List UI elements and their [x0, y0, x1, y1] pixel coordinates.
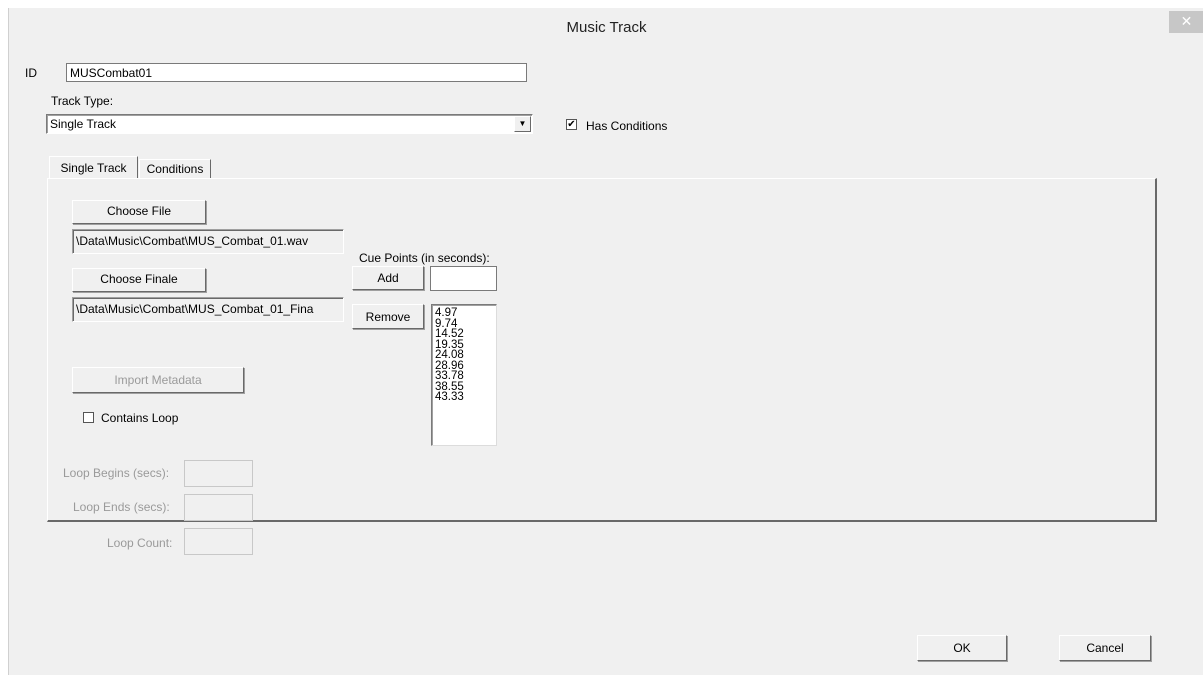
remove-cue-button[interactable]: Remove	[352, 304, 424, 329]
id-input-value: MUSCombat01	[70, 66, 153, 80]
choose-file-label: Choose File	[106, 204, 172, 218]
choose-finale-label: Choose Finale	[100, 272, 178, 286]
ok-button[interactable]: OK	[917, 635, 1007, 661]
loop-ends-label: Loop Ends (secs):	[73, 500, 170, 514]
tab-conditions[interactable]: Conditions	[139, 159, 211, 179]
checkmark-icon: ✔	[567, 119, 576, 130]
track-type-select[interactable]: Single Track ▼	[46, 114, 533, 134]
close-icon: ✕	[1180, 13, 1193, 29]
tab-single-track[interactable]: Single Track	[49, 156, 138, 179]
loop-count-label: Loop Count:	[107, 536, 173, 550]
cue-point-input[interactable]	[430, 266, 497, 291]
cancel-label: Cancel	[1086, 641, 1124, 655]
import-metadata-label: Import Metadata	[114, 373, 202, 387]
loop-begins-label: Loop Begins (secs):	[63, 466, 170, 480]
music-track-dialog: Music Track ✕ ID MUSCombat01 Track Type:…	[8, 8, 1203, 675]
chevron-down-icon: ▼	[518, 119, 527, 128]
finale-path-field: \Data\Music\Combat\MUS_Combat_01_Fina	[72, 297, 344, 322]
add-cue-button[interactable]: Add	[352, 266, 424, 290]
list-item[interactable]: 43.33	[432, 392, 496, 403]
add-cue-label: Add	[377, 271, 399, 285]
tab-conditions-label: Conditions	[146, 162, 204, 176]
loop-ends-input[interactable]	[184, 494, 253, 521]
has-conditions-label: Has Conditions	[586, 119, 668, 133]
loop-begins-input[interactable]	[184, 460, 253, 487]
contains-loop-label: Contains Loop	[101, 411, 179, 425]
file-path-text: \Data\Music\Combat\MUS_Combat_01.wav	[76, 234, 309, 248]
remove-cue-label: Remove	[365, 310, 411, 324]
list-item[interactable]: 14.52	[432, 329, 496, 340]
choose-file-button[interactable]: Choose File	[72, 200, 206, 224]
file-path-field: \Data\Music\Combat\MUS_Combat_01.wav	[72, 229, 344, 254]
choose-finale-button[interactable]: Choose Finale	[72, 268, 206, 292]
finale-path-text: \Data\Music\Combat\MUS_Combat_01_Fina	[76, 302, 314, 316]
window-title: Music Track	[566, 19, 647, 36]
contains-loop-checkbox[interactable]	[83, 412, 94, 423]
has-conditions-checkbox[interactable]: ✔	[566, 119, 577, 130]
cancel-button[interactable]: Cancel	[1059, 635, 1151, 661]
list-item[interactable]: 4.97	[432, 308, 496, 319]
dropdown-button[interactable]: ▼	[514, 116, 531, 132]
close-button[interactable]: ✕	[1169, 11, 1203, 33]
loop-count-input[interactable]	[184, 528, 253, 555]
track-type-selected: Single Track	[50, 117, 117, 131]
list-item[interactable]: 33.78	[432, 371, 496, 382]
import-metadata-button[interactable]: Import Metadata	[72, 367, 244, 393]
cue-points-list[interactable]: 4.97 9.74 14.52 19.35 24.08 28.96 33.78 …	[431, 304, 497, 446]
tab-single-track-label: Single Track	[60, 161, 127, 175]
id-input[interactable]: MUSCombat01	[66, 63, 527, 82]
cue-points-label: Cue Points (in seconds):	[359, 251, 490, 265]
ok-label: OK	[953, 641, 971, 655]
title-bar: Music Track ✕	[9, 8, 1203, 48]
list-item[interactable]: 24.08	[432, 350, 496, 361]
track-type-label: Track Type:	[51, 94, 114, 108]
id-label: ID	[25, 66, 37, 80]
